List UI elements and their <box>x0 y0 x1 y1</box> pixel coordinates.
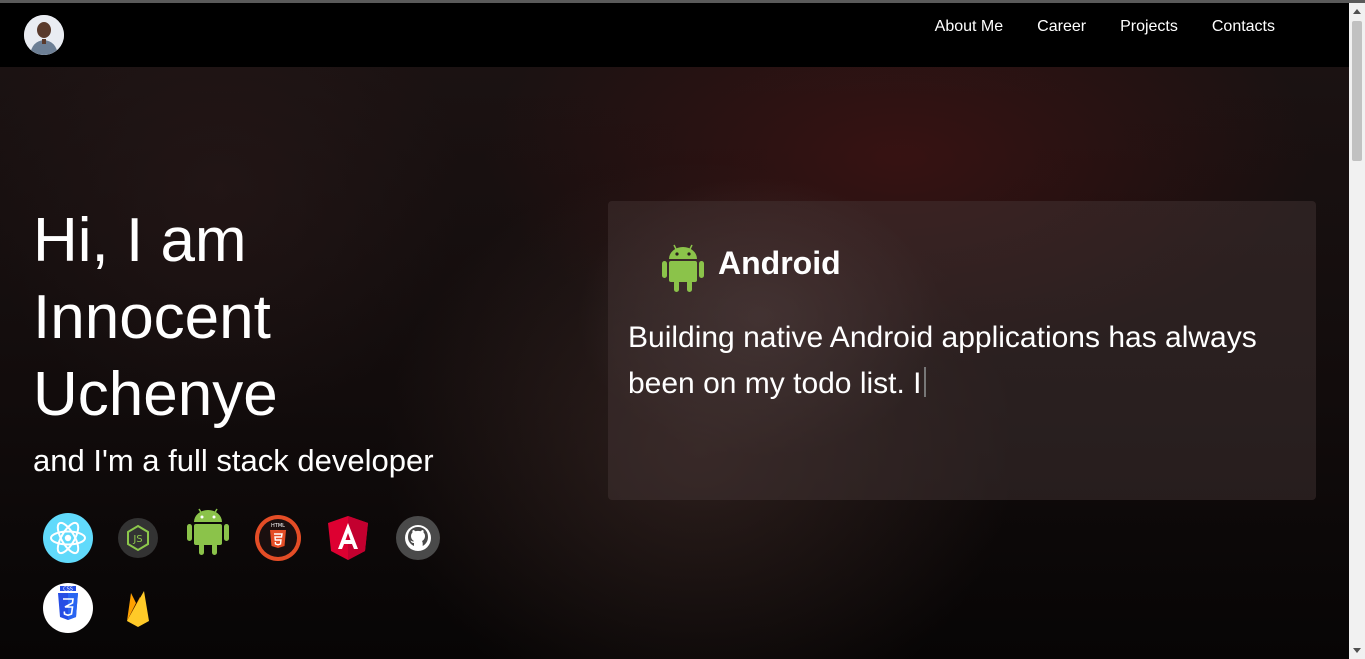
navbar: About Me Career Projects Contacts <box>0 3 1349 67</box>
skill-card-title: Android <box>718 245 841 281</box>
firebase-icon[interactable] <box>113 583 163 633</box>
scroll-thumb[interactable] <box>1352 21 1362 161</box>
html5-icon[interactable]: HTML <box>253 513 303 563</box>
vertical-scrollbar[interactable] <box>1349 3 1365 659</box>
svg-text:JS: JS <box>132 534 142 545</box>
github-icon[interactable] <box>393 513 443 563</box>
scroll-up-arrow-icon[interactable] <box>1353 9 1361 14</box>
android-icon <box>662 244 704 292</box>
svg-text:HTML: HTML <box>271 523 285 529</box>
svg-text:CSS: CSS <box>63 587 73 593</box>
hero-first-name: Innocent <box>33 283 271 352</box>
nav-career[interactable]: Career <box>1020 17 1103 37</box>
css3-icon[interactable]: CSS <box>43 583 93 633</box>
android-icon[interactable] <box>183 505 233 555</box>
scroll-down-arrow-icon[interactable] <box>1353 648 1361 653</box>
nav-projects[interactable]: Projects <box>1103 17 1195 37</box>
nav-links: About Me Career Projects Contacts <box>918 17 1292 37</box>
nodejs-icon[interactable]: JS <box>113 513 163 563</box>
hero-greeting: Hi, I am <box>33 206 247 275</box>
skill-card-text-content: Building native Android applications has… <box>628 321 1257 400</box>
typing-cursor <box>923 367 926 397</box>
skill-card-text: Building native Android applications has… <box>628 315 1288 407</box>
angular-icon[interactable] <box>323 513 373 563</box>
hero-section: Hi, I am Innocent Uchenye and I'm a full… <box>0 67 1349 659</box>
hero-title: Hi, I am Innocent Uchenye <box>33 202 433 433</box>
react-icon[interactable] <box>43 513 93 563</box>
avatar[interactable] <box>24 15 64 55</box>
profile-photo-icon <box>24 15 64 55</box>
nav-contacts[interactable]: Contacts <box>1195 17 1292 37</box>
skill-card: Android Building native Android applicat… <box>608 201 1316 500</box>
hero-subtitle: and I'm a full stack developer <box>33 443 434 478</box>
hero-last-name: Uchenye <box>33 360 278 429</box>
nav-about-me[interactable]: About Me <box>918 17 1020 37</box>
page: About Me Career Projects Contacts Hi, I … <box>0 0 1365 659</box>
